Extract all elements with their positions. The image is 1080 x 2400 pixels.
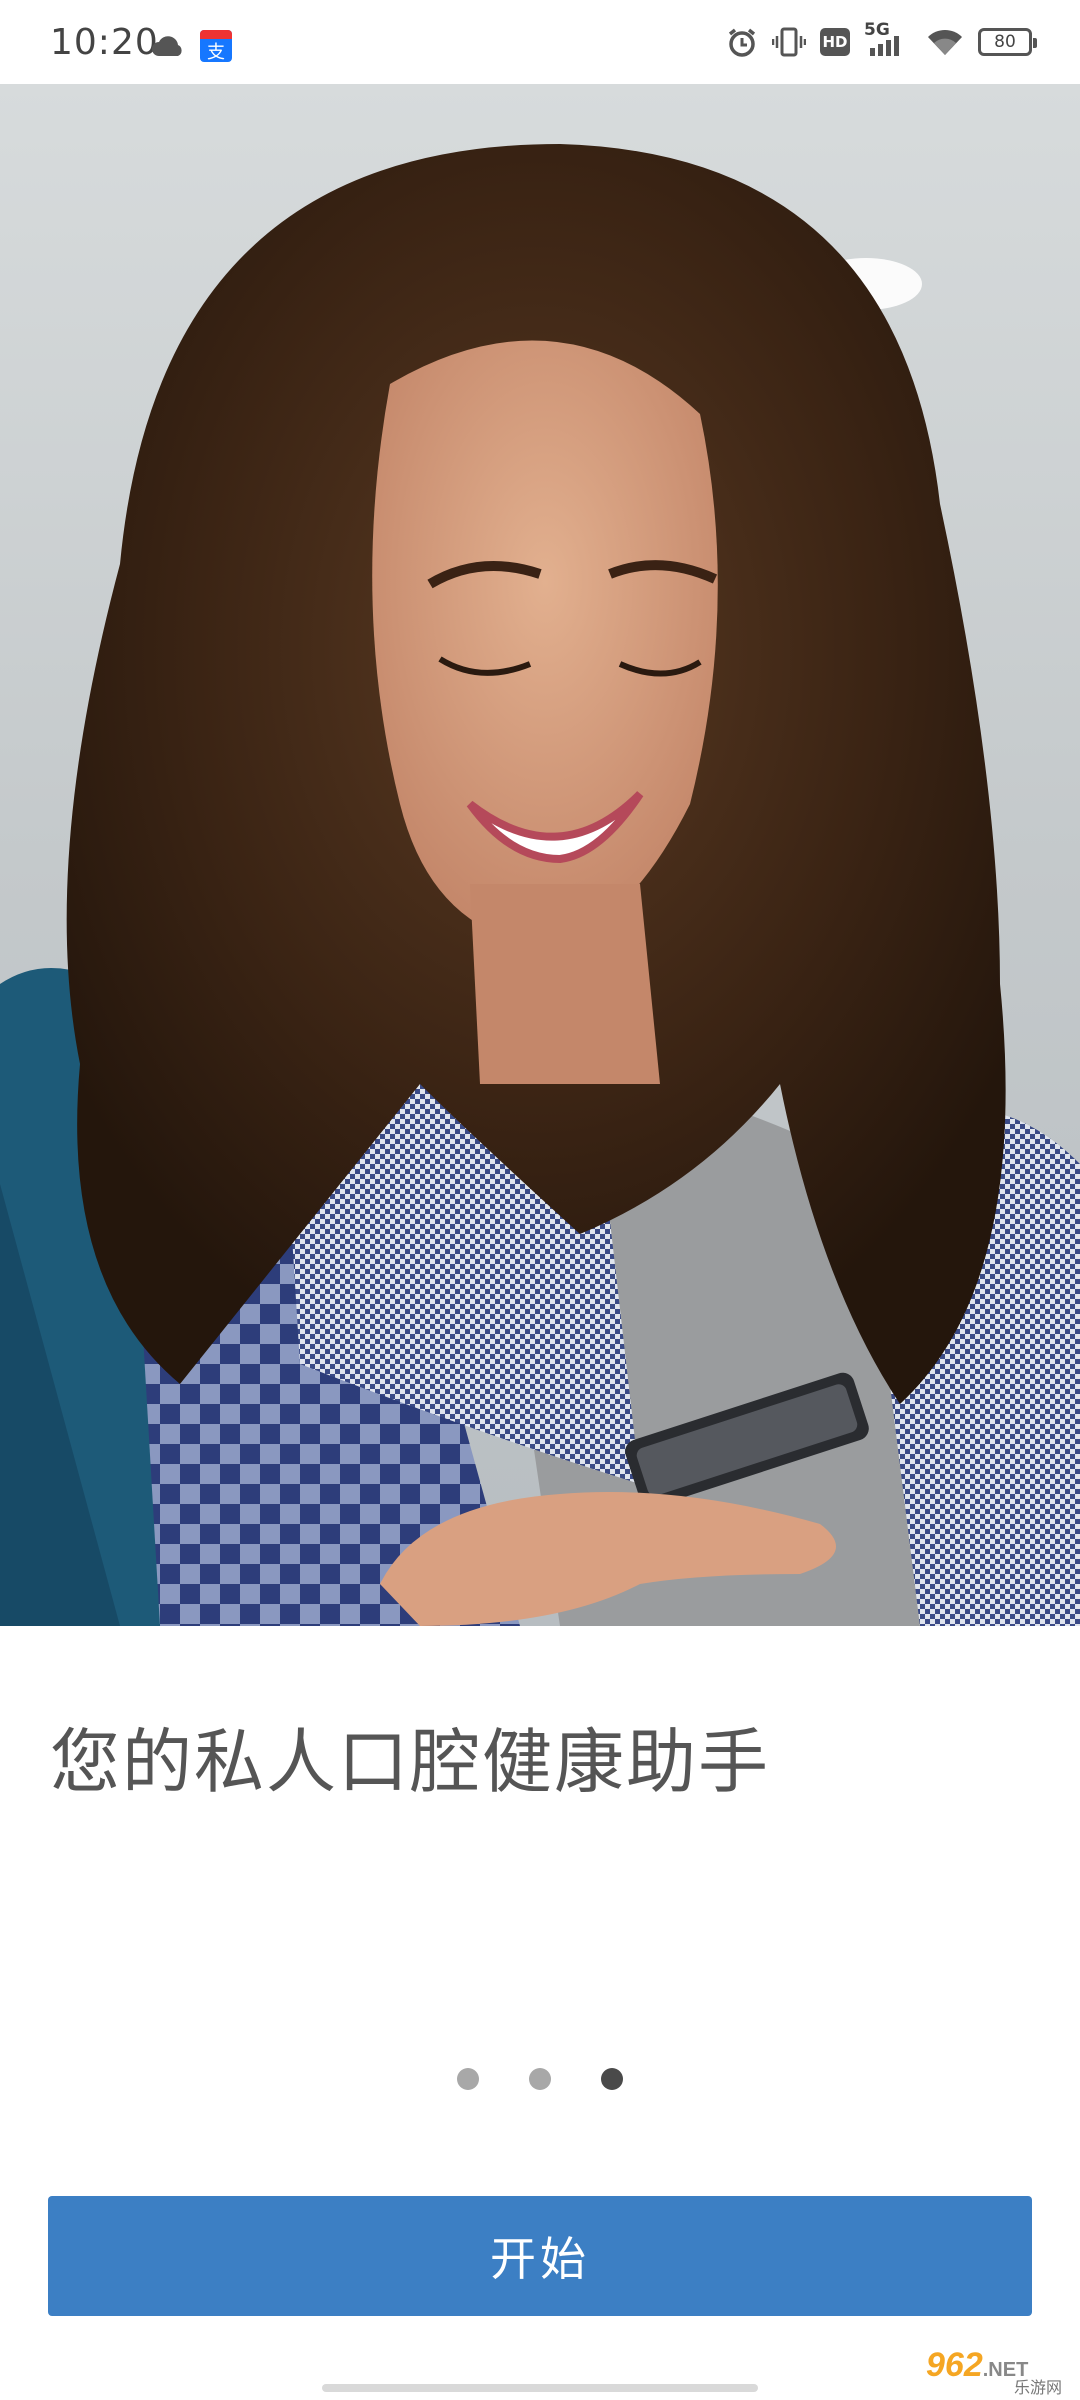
- alarm-icon: [726, 26, 758, 58]
- battery-icon: 80: [978, 28, 1037, 56]
- watermark-sub: 乐游网: [1013, 2380, 1062, 2397]
- page-dot-2[interactable]: [529, 2068, 551, 2090]
- gesture-nav-handle[interactable]: [322, 2384, 758, 2392]
- hero-photo: [0, 84, 1080, 1626]
- notification-icons: 支: [150, 30, 232, 62]
- wifi-icon: [926, 27, 964, 57]
- status-bar: 10:20 支 HD 5G 80: [0, 0, 1080, 84]
- onboarding-headline: 您的私人口腔健康助手: [50, 1721, 770, 1803]
- start-button[interactable]: 开始: [48, 2196, 1032, 2316]
- watermark-main: 962.NET: [926, 2346, 1029, 2384]
- vibrate-icon: [772, 26, 806, 58]
- hd-icon: HD: [820, 28, 850, 56]
- cloud-icon: [150, 32, 186, 60]
- system-icons: HD 5G 80: [726, 20, 1037, 58]
- alipay-icon: 支: [200, 30, 232, 62]
- signal-icon: 5G: [864, 20, 912, 58]
- woman-smiling-at-phone-photo: [0, 84, 1080, 1626]
- watermark-logo: 962.NET 乐游网: [926, 2346, 1066, 2397]
- page-indicator: [0, 2068, 1080, 2090]
- svg-text:支: 支: [207, 42, 225, 62]
- status-time: 10:20: [50, 22, 159, 63]
- page-dot-1[interactable]: [457, 2068, 479, 2090]
- page-dot-3-active[interactable]: [601, 2068, 623, 2090]
